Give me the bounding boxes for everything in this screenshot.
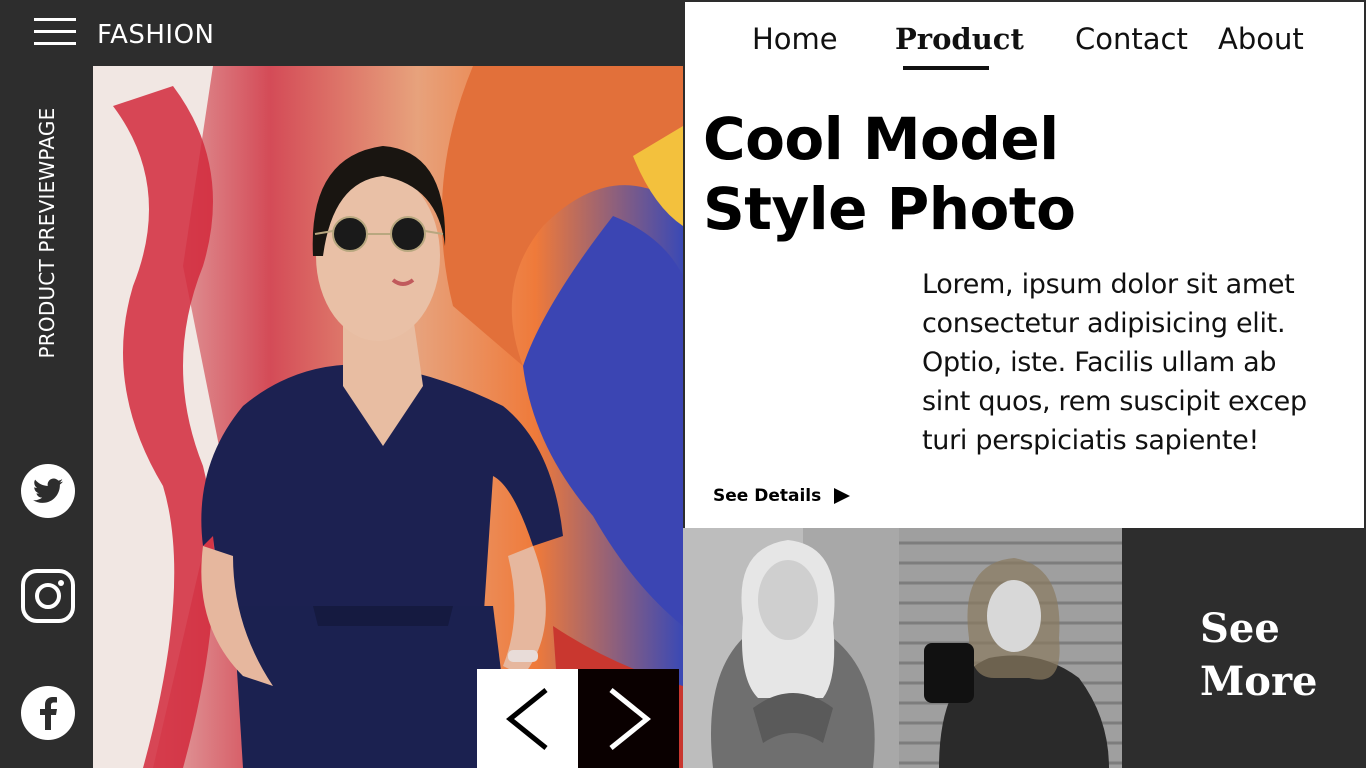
gallery-thumbnail-2[interactable]	[899, 528, 1122, 768]
play-arrow-icon	[834, 488, 851, 504]
facebook-icon[interactable]	[21, 686, 75, 740]
top-bar: FASHION	[0, 0, 683, 66]
gallery-thumbnail-1[interactable]	[683, 528, 899, 768]
see-details-link[interactable]: See Details	[713, 486, 851, 506]
product-headline: Cool Model Style Photo	[703, 104, 1076, 244]
nav-product[interactable]: Product	[895, 22, 1024, 56]
product-description: Lorem, ipsum dolor sit amet consectetur …	[922, 269, 1307, 456]
see-more-button[interactable]: See More	[1200, 602, 1317, 708]
chevron-left-icon	[505, 687, 548, 750]
active-nav-underline	[903, 66, 989, 70]
twitter-icon[interactable]	[21, 464, 75, 518]
top-navigation: Home Product Contact About	[685, 22, 1366, 62]
nav-about[interactable]: About	[1218, 22, 1304, 56]
hamburger-menu-icon[interactable]	[34, 18, 76, 48]
headline-line-2: Style Photo	[703, 175, 1076, 243]
next-slide-button[interactable]	[578, 669, 679, 768]
instagram-icon[interactable]	[21, 569, 75, 623]
see-more-line-1: See	[1200, 605, 1280, 652]
previous-slide-button[interactable]	[477, 669, 578, 768]
hero-photo	[93, 66, 683, 768]
nav-contact[interactable]: Contact	[1075, 22, 1188, 56]
vertical-page-label: PRODUCT PREVIEWPAGE	[35, 107, 59, 359]
see-more-line-2: More	[1200, 658, 1318, 705]
see-details-label: See Details	[713, 486, 822, 506]
product-panel: Home Product Contact About Cool Model St…	[683, 0, 1366, 530]
nav-home[interactable]: Home	[752, 22, 838, 56]
brand-name: FASHION	[97, 20, 215, 50]
chevron-right-icon	[608, 687, 651, 750]
headline-line-1: Cool Model	[703, 105, 1059, 173]
